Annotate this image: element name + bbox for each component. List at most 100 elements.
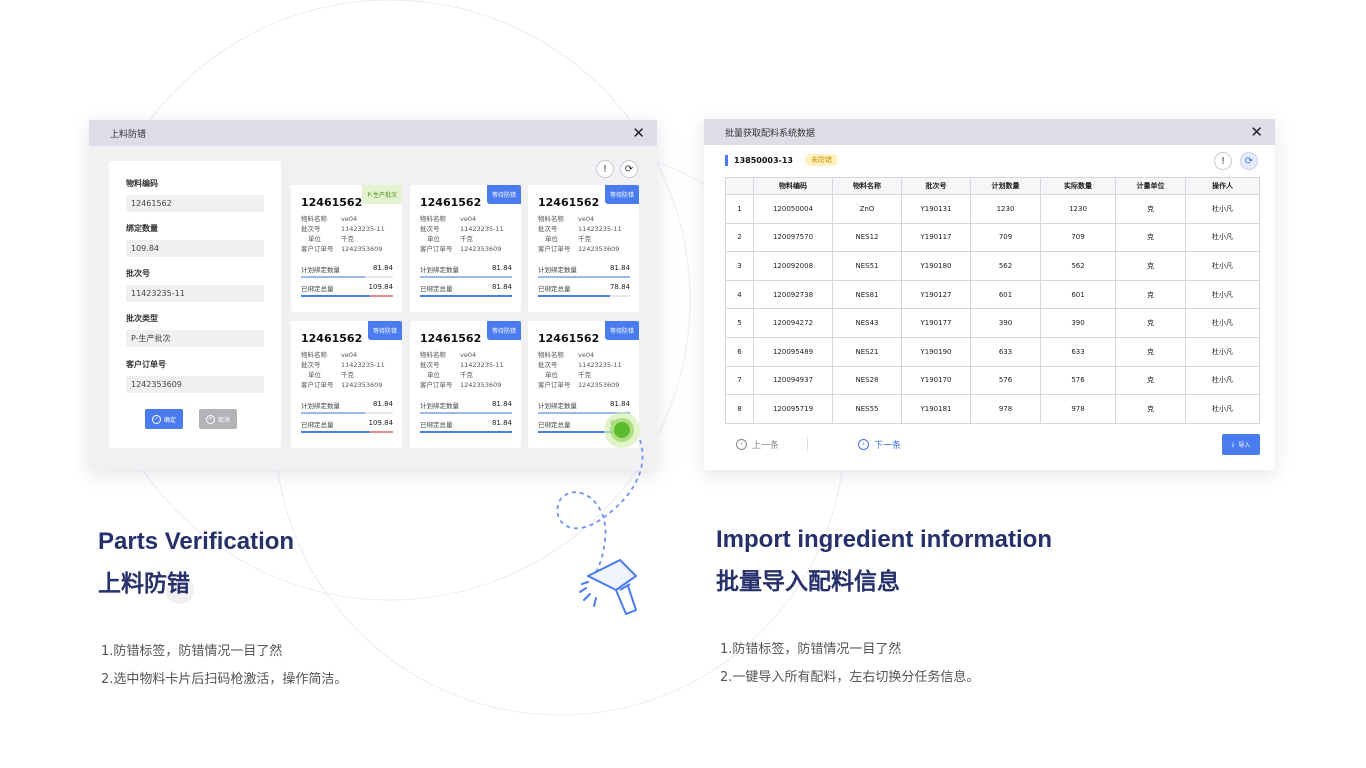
download-icon: ⤓ [1231,440,1235,448]
table-row[interactable]: 1 120050004 ZnO Y190131 1230 1230 克杜小凡 [725,194,1260,224]
table-row[interactable]: 8 120095719 NES55 Y190181 978 978 克杜小凡 [725,394,1260,424]
table-cell: NES28 [832,365,902,396]
table-cell: 5 [725,308,754,338]
table-row[interactable]: 3 120092008 NES51 Y190180 562 562 克杜小凡 [725,251,1260,281]
card-material-code: 12461562 [301,332,363,345]
detail-label: 批次号 [538,361,558,369]
refresh-icon[interactable]: ⟳ [620,160,638,178]
detail-value: 11423235-11 [460,225,504,233]
table-cell: 杜小凡 [1185,365,1260,396]
plan-quantity-row: 计划绑定数量 81.84 [538,264,630,274]
table-cell: NES55 [832,394,902,424]
material-card[interactable]: 12461562 等待防错 物料名称 ve04 批次号 11423235-11 单位 千克 客户… [410,321,521,448]
bound-value: 109.84 [368,419,394,427]
detail-value: 11423235-11 [341,225,385,233]
table-row[interactable]: 6 120095489 NES21 Y190190 633 633 克杜小凡 [725,336,1260,367]
detail-label: 客户订单号 [301,381,334,389]
table-cell: 杜小凡 [1185,251,1260,281]
material-card[interactable]: 12461562 等待防错 物料名称 ve04 批次号 11423235-11 单位 千克 客户… [528,185,639,312]
customer-order-input[interactable]: 1242353609 [126,376,264,393]
detail-value: 千克 [578,371,591,379]
import-button[interactable]: ⤓ 导入 [1222,434,1260,455]
table-cell: 120095489 [753,336,833,367]
detail-label: 物料名称 [538,351,564,359]
bound-total-row: 已绑定总量 109.84 [301,419,393,429]
plan-quantity-row: 计划绑定数量 81.84 [420,264,512,274]
detail-value: 千克 [341,371,354,379]
field-customer-order: 客户订单号 1242353609 [126,359,264,393]
ingredients-table: 物料编码 物料名称 批次号 计划数量 实际数量 计量单位 操作人 1 120050004 ZnO… [725,177,1260,424]
table-cell: 杜小凡 [1185,279,1260,310]
table-row[interactable]: 7 120094937 NES28 Y190170 576 576 克杜小凡 [725,365,1260,396]
confirm-label: 确定 [163,416,176,424]
check-icon: ✓ [151,414,161,424]
bound-label: 已绑定总量 [420,421,453,429]
card-status-tag: P-生产批次 [362,185,402,204]
material-card[interactable]: 12461562 P-生产批次 物料名称 ve04 批次号 11423235-11 单位 千克… [291,185,402,312]
detail-label: 单位 [308,235,321,243]
table-cell: 633 [1040,336,1116,367]
desc-line: 2.一键导入所有配料，左右切换分任务信息。 [720,670,980,685]
table-cell: 克 [1115,365,1186,396]
material-card[interactable]: 12461562 等待防错 物料名称 ve04 批次号 11423235-11 单位 千克 客户… [410,185,521,312]
column-header: 物料编码 [753,177,833,195]
bound-total-row: 已绑定总量 81.84 [420,419,512,429]
right-description: 1.防错标签，防错情况一目了然 2.一键导入所有配料，左右切换分任务信息。 [720,636,979,692]
plan-quantity-row: 计划绑定数量 81.84 [301,400,393,410]
table-cell: 克 [1115,336,1186,367]
next-button[interactable]: › 下一条 [858,438,901,451]
batch-no-input[interactable]: 11423235-11 [126,285,264,302]
plan-label: 计划绑定数量 [420,402,459,410]
table-cell: 杜小凡 [1185,394,1260,424]
card-details: 物料名称 ve04 批次号 11423235-11 单位 千克 客户订单号 124235360… [538,214,622,254]
bound-total-row: 已绑定总量 78.84 [538,283,630,293]
table-row[interactable]: 5 120094272 NES43 Y190177 390 390 克杜小凡 [725,308,1260,338]
bound-value: 78.84 [609,283,630,291]
column-header: 计量单位 [1115,177,1186,195]
detail-label: 物料名称 [301,215,327,223]
detail-value: ve04 [341,351,358,359]
bound-progress-bar [420,431,512,433]
detail-value: 1242353609 [578,245,620,253]
field-material-code: 物料编码 12461562 [126,178,264,212]
close-icon[interactable]: ✕ [1250,124,1263,140]
table-cell: Y190181 [901,394,971,424]
material-form: 物料编码 12461562 绑定数量 109.84 批次号 11423235-1… [109,161,281,448]
table-cell: 2 [725,222,754,253]
table-cell: 576 [970,365,1041,396]
material-card[interactable]: 12461562 等待防错 物料名称 ve04 批次号 11423235-11 单位 千克 客户… [291,321,402,448]
table-cell: 978 [1040,394,1116,424]
plan-label: 计划绑定数量 [420,266,459,274]
table-row[interactable]: 2 120097570 NES12 Y190117 709 709 克杜小凡 [725,222,1260,253]
table-cell: 1 [725,194,754,224]
bind-quantity-input[interactable]: 109.84 [126,240,264,257]
field-batch-no: 批次号 11423235-11 [126,268,264,302]
detail-value: 1242353609 [578,381,620,389]
close-icon[interactable]: ✕ [632,125,645,141]
table-cell: 杜小凡 [1185,308,1260,338]
prev-label: 上一条 [752,440,780,451]
plan-value: 81.84 [372,400,393,408]
detail-value: 11423235-11 [341,361,385,369]
plan-value: 81.84 [609,264,630,272]
detail-value: 1242353609 [341,245,383,253]
detail-value: ve04 [578,351,595,359]
cancel-button[interactable]: ✕ 取消 [199,409,237,429]
table-cell: 克 [1115,251,1186,281]
column-header: 物料名称 [832,177,902,195]
info-icon[interactable]: ! [596,160,614,178]
material-code-input[interactable]: 12461562 [126,195,264,212]
batch-type-input[interactable]: P-生产批次 [126,330,264,347]
confirm-button[interactable]: ✓ 确定 [145,409,183,429]
table-cell: ZnO [832,194,902,224]
prev-button[interactable]: ‹ 上一条 [736,438,779,451]
card-material-code: 12461562 [538,332,600,345]
card-material-code: 12461562 [420,332,482,345]
info-icon[interactable]: ! [1214,152,1232,170]
order-number: 13850003-13 [734,155,793,165]
left-caption-zh: 上料防错 [98,571,190,597]
plan-label: 计划绑定数量 [538,266,577,274]
refresh-icon[interactable]: ⟳ [1240,152,1258,170]
table-row[interactable]: 4 120092738 NES81 Y190127 601 601 克杜小凡 [725,279,1260,310]
table-cell: 562 [1040,251,1116,281]
